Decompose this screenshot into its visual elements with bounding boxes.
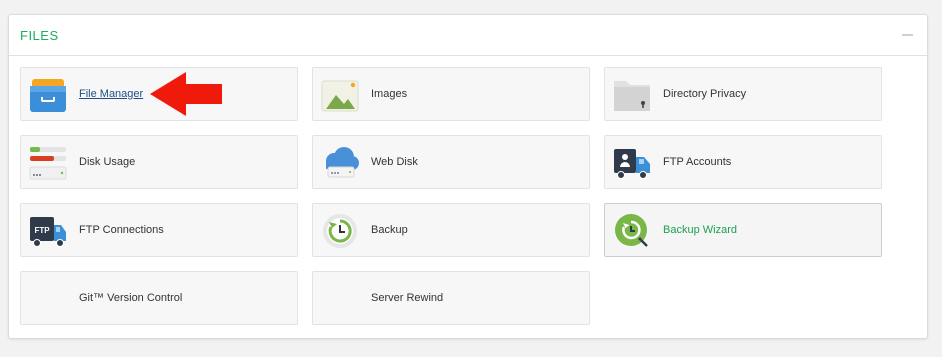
red-arrow-pointer-icon: [148, 70, 224, 118]
tile-disk-usage[interactable]: Disk Usage: [20, 135, 298, 189]
tile-ftp-connections[interactable]: FTP FTP Connections: [20, 203, 298, 257]
tile-label: FTP Connections: [79, 224, 164, 236]
backup-icon: [320, 213, 360, 249]
tile-label[interactable]: File Manager: [79, 68, 143, 120]
tile-label: Directory Privacy: [663, 88, 747, 100]
tile-backup[interactable]: Backup: [312, 203, 590, 257]
tile-images[interactable]: Images: [312, 67, 590, 121]
panel-header: FILES: [9, 15, 927, 56]
tile-server-rewind[interactable]: Server Rewind: [312, 271, 590, 325]
git-icon: [28, 281, 68, 317]
tile-directory-privacy[interactable]: Directory Privacy: [604, 67, 882, 121]
ftp-accounts-icon: [612, 145, 652, 181]
backup-wizard-icon: [612, 213, 652, 249]
tile-label: Backup Wizard: [663, 224, 737, 236]
tile-label: FTP Accounts: [663, 156, 732, 168]
tile-git-version-control[interactable]: Git™ Version Control: [20, 271, 298, 325]
tile-web-disk[interactable]: Web Disk: [312, 135, 590, 189]
server-rewind-icon: [320, 281, 360, 317]
minus-icon[interactable]: [902, 34, 913, 36]
ftp-connections-icon: FTP: [28, 213, 68, 249]
tile-label: Images: [371, 88, 408, 100]
tile-label: Git™ Version Control: [79, 292, 183, 304]
svg-text:FTP: FTP: [34, 226, 50, 235]
file-manager-icon: [28, 77, 68, 113]
tile-label: Server Rewind: [371, 292, 444, 304]
web-disk-icon: [320, 145, 360, 181]
tile-label: Backup: [371, 224, 408, 236]
tile-label: Disk Usage: [79, 156, 136, 168]
images-icon: [320, 77, 360, 113]
directory-privacy-icon: [612, 77, 652, 113]
panel-title: FILES: [20, 28, 59, 43]
disk-usage-icon: [28, 145, 68, 181]
tile-ftp-accounts[interactable]: FTP Accounts: [604, 135, 882, 189]
tile-label: Web Disk: [371, 156, 418, 168]
tile-backup-wizard[interactable]: Backup Wizard: [604, 203, 882, 257]
